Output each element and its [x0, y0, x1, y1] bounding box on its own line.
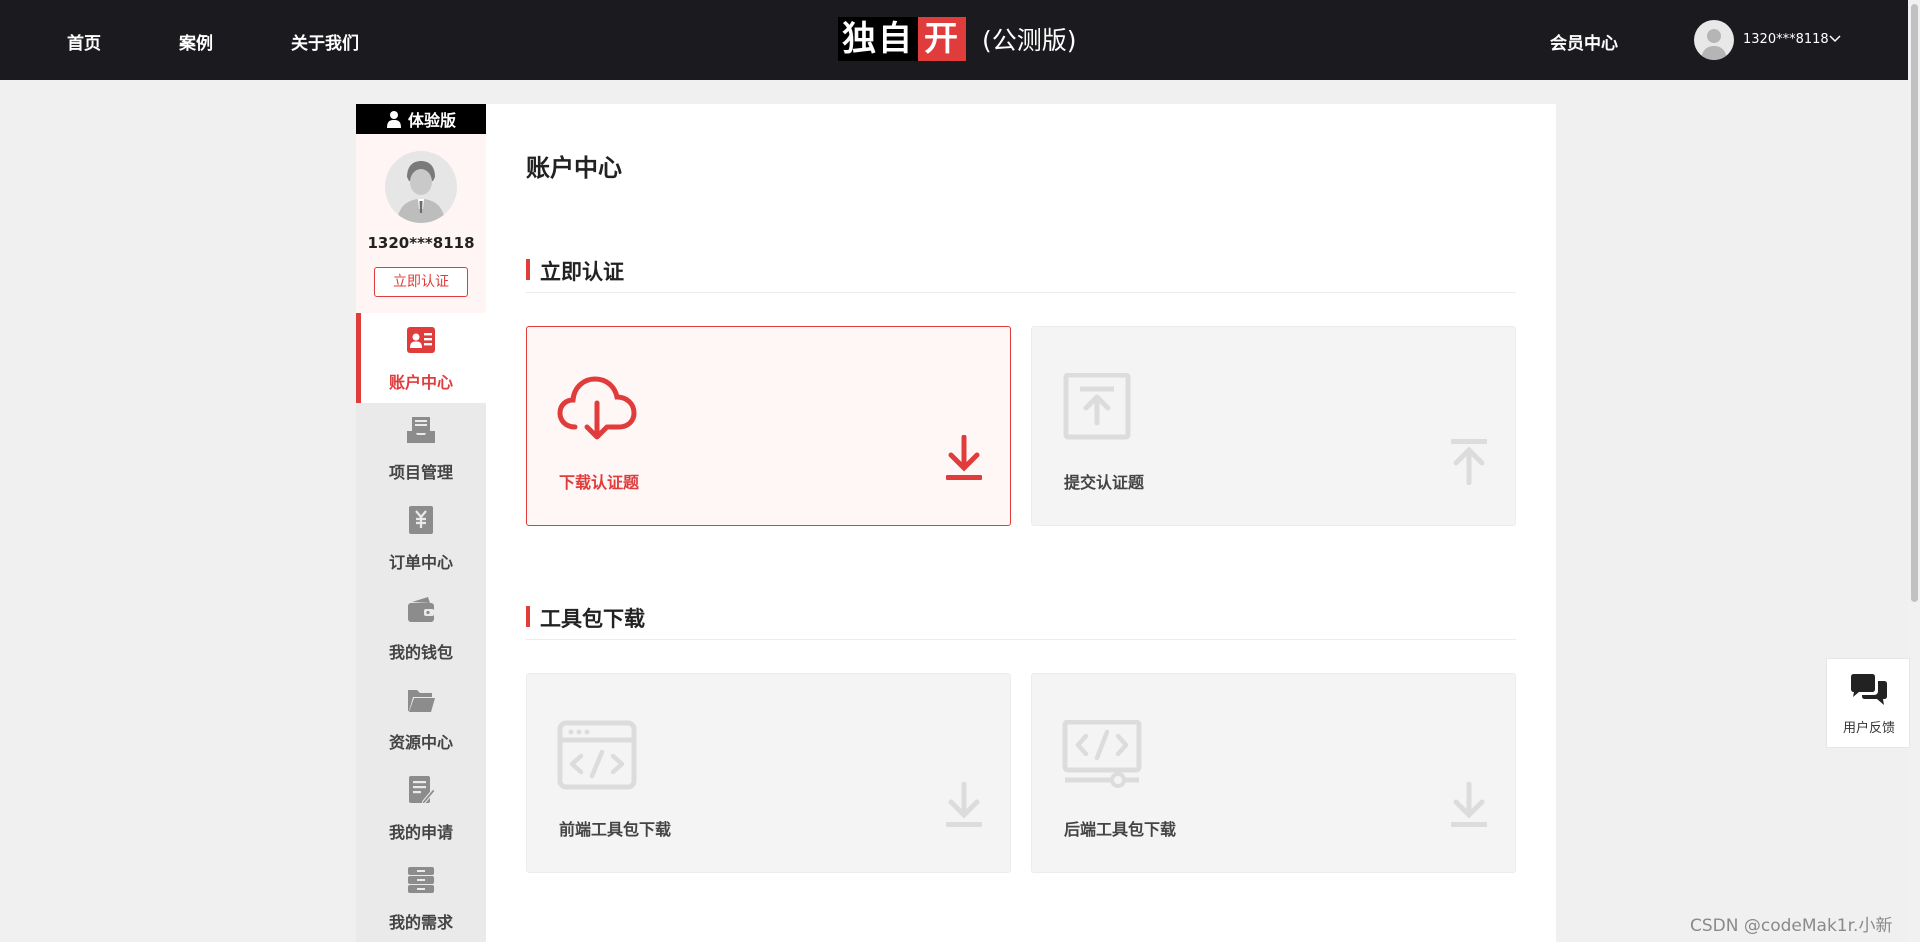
avatar — [385, 151, 457, 223]
sidebar-item-wallet[interactable]: 我的钱包 — [356, 583, 486, 673]
feedback-label: 用户反馈 — [1842, 721, 1895, 736]
section-divider — [526, 292, 1516, 293]
download-arrow-icon — [946, 782, 982, 827]
monitor-code-icon — [1062, 720, 1142, 788]
yuan-document-icon — [409, 506, 433, 534]
top-navbar: 首页 案例 关于我们 独自 开 (公测版) 会员中心 1320***8118 — [0, 0, 1920, 80]
header-username[interactable]: 1320***8118 — [1743, 32, 1829, 47]
header-avatar[interactable] — [1694, 20, 1734, 60]
sidebar-item-resources[interactable]: 资源中心 — [356, 673, 486, 763]
download-arrow-icon — [1451, 782, 1487, 827]
sidebar-item-label: 我的申请 — [388, 823, 453, 842]
logo-text-part2: 开 — [918, 17, 966, 61]
backend-toolkit-card[interactable]: 后端工具包下载 — [1031, 673, 1516, 873]
sidebar: 体验版 1320***8118 立即认证 账户中心 项目管理 订单中心 我的钱包… — [356, 104, 486, 942]
sidebar-item-label: 订单中心 — [388, 553, 453, 572]
section-divider — [526, 639, 1516, 640]
id-card-icon — [407, 327, 435, 353]
trial-badge-label: 体验版 — [407, 111, 456, 130]
site-logo[interactable]: 独自 开 (公测版) — [838, 17, 1077, 61]
page-title: 账户中心 — [526, 154, 622, 182]
wallet-icon — [408, 597, 434, 622]
upload-arrow-icon — [1451, 439, 1487, 485]
sidebar-item-requirements[interactable]: 我的需求 — [356, 853, 486, 942]
download-arrow-icon — [946, 435, 982, 480]
profile-card: 1320***8118 立即认证 — [356, 134, 486, 313]
scrollbar-thumb[interactable] — [1911, 4, 1918, 602]
folder-icon — [408, 690, 435, 712]
download-cert-card[interactable]: 下载认证题 — [526, 326, 1011, 526]
browser-code-icon — [557, 720, 637, 790]
sidebar-item-label: 我的需求 — [388, 913, 453, 932]
nav-home-link[interactable]: 首页 — [67, 29, 101, 54]
verify-now-button[interactable]: 立即认证 — [374, 267, 468, 297]
member-center-link[interactable]: 会员中心 — [1550, 29, 1618, 54]
card-label: 提交认证题 — [1064, 473, 1145, 492]
inbox-icon — [407, 417, 435, 443]
nav-about-link[interactable]: 关于我们 — [291, 29, 359, 54]
edit-document-icon — [409, 776, 436, 805]
chat-bubbles-icon — [1851, 674, 1887, 705]
trial-badge: 体验版 — [356, 104, 486, 134]
frontend-toolkit-card[interactable]: 前端工具包下载 — [526, 673, 1011, 873]
user-feedback-button[interactable]: 用户反馈 — [1826, 658, 1910, 748]
section-title-toolkit: 工具包下载 — [526, 603, 645, 633]
logo-text-part1: 独自 — [838, 17, 918, 61]
archive-icon — [408, 867, 434, 893]
card-label: 前端工具包下载 — [559, 820, 672, 839]
nav-cases-link[interactable]: 案例 — [179, 29, 213, 54]
logo-beta-label: (公测版) — [982, 26, 1077, 55]
sidebar-item-orders[interactable]: 订单中心 — [356, 493, 486, 583]
user-icon — [386, 111, 401, 128]
submit-cert-card[interactable]: 提交认证题 — [1031, 326, 1516, 526]
sidebar-item-label: 项目管理 — [388, 463, 453, 482]
sidebar-item-projects[interactable]: 项目管理 — [356, 403, 486, 493]
chevron-down-icon[interactable] — [1828, 31, 1842, 45]
sidebar-item-applications[interactable]: 我的申请 — [356, 763, 486, 853]
sidebar-item-account-center[interactable]: 账户中心 — [356, 313, 486, 403]
sidebar-item-label: 账户中心 — [388, 373, 453, 392]
cloud-download-icon — [557, 376, 637, 440]
sidebar-username: 1320***8118 — [367, 234, 475, 252]
card-label: 下载认证题 — [559, 473, 640, 492]
upload-box-icon — [1063, 373, 1131, 440]
watermark: CSDN @codeMak1r.小新 — [1690, 916, 1893, 936]
sidebar-item-label: 资源中心 — [388, 733, 453, 752]
sidebar-item-label: 我的钱包 — [388, 643, 453, 662]
main-content: 账户中心 立即认证 下载认证题 提交认证题 工具包下载 前端工具包下载 后端工具… — [486, 104, 1556, 942]
card-label: 后端工具包下载 — [1064, 820, 1177, 839]
section-title-verify: 立即认证 — [526, 256, 624, 286]
